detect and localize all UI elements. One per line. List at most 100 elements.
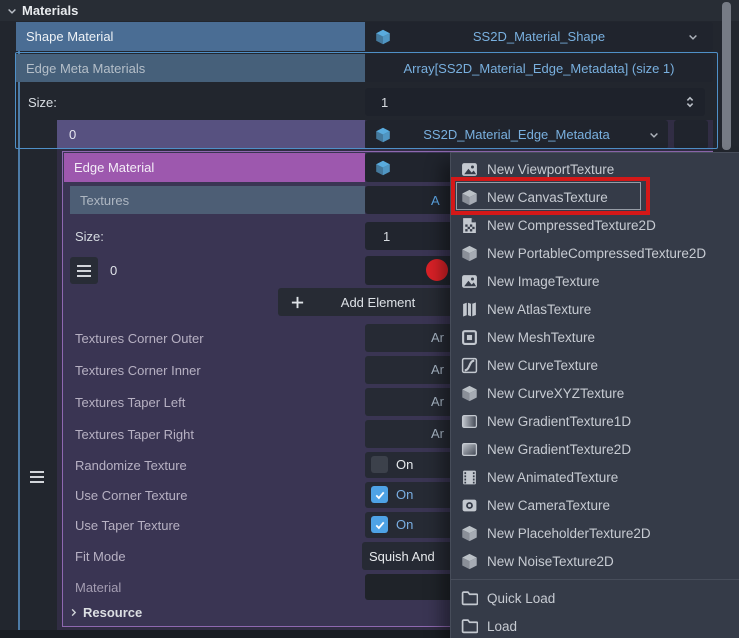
menu-item-label: New CameraTexture (487, 498, 610, 513)
image-icon (461, 273, 478, 290)
edge-material-label: Edge Material (64, 153, 365, 182)
menu-item-new-meshtexture[interactable]: New MeshTexture (451, 323, 739, 351)
size-value: 1 (383, 229, 390, 244)
menu-item-new-gradienttexture1d[interactable]: New GradientTexture1D (451, 407, 739, 435)
menu-item-label: Load (487, 619, 517, 634)
toggle-label: Use Corner Texture (75, 482, 355, 508)
plus-icon (290, 295, 305, 310)
menu-item-label: New CurveTexture (487, 358, 598, 373)
chevron-down-icon (6, 5, 18, 17)
edge-meta-materials-value[interactable]: Array[SS2D_Material_Edge_Metadata] (size… (365, 54, 713, 82)
menu-item-new-curvexyztexture[interactable]: New CurveXYZTexture (451, 379, 739, 407)
shape-material-label: Shape Material (16, 22, 365, 51)
menu-item-quick-load[interactable]: Quick Load (451, 584, 739, 612)
texture-element-0-label: 0 (110, 257, 190, 284)
texture-preview-red-circle (426, 259, 448, 281)
section-title: Materials (22, 3, 78, 18)
toggle-state-label: On (396, 487, 413, 502)
menu-separator (451, 579, 739, 580)
film-icon (461, 469, 478, 486)
resource-box-icon (375, 127, 391, 143)
menu-item-new-imagetexture[interactable]: New ImageTexture (451, 267, 739, 295)
menu-item-label: New GradientTexture2D (487, 442, 631, 457)
mesh-icon (461, 329, 478, 346)
menu-item-new-atlastexture[interactable]: New AtlasTexture (451, 295, 739, 323)
array-value-fragment: Ar (431, 330, 444, 345)
menu-item-label: New CurveXYZTexture (487, 386, 624, 401)
box-icon (461, 385, 478, 402)
fit-mode-value: Squish And (369, 549, 435, 564)
array-value: Array[SS2D_Material_Edge_Metadata] (size… (404, 61, 675, 76)
textures-label: Textures (70, 186, 365, 214)
menu-item-new-compressedtexture2d[interactable]: New CompressedTexture2D (451, 211, 739, 239)
camera-icon (461, 497, 478, 514)
size-label: Size: (75, 222, 275, 250)
checkbox-unchecked[interactable] (371, 456, 388, 473)
menu-item-label: New MeshTexture (487, 330, 595, 345)
element-extra-button[interactable] (674, 120, 708, 149)
menu-item-label: New PortableCompressedTexture2D (487, 246, 706, 261)
materials-section-header[interactable]: Materials (0, 0, 739, 21)
menu-item-new-cameratexture[interactable]: New CameraTexture (451, 491, 739, 519)
folder-icon (461, 590, 478, 607)
atlas-icon (461, 301, 478, 318)
menu-item-label: New NoiseTexture2D (487, 554, 614, 569)
prop-label: Textures Corner Inner (75, 356, 355, 384)
menu-item-label: New ViewportTexture (487, 162, 614, 177)
add-element-button[interactable]: Add Element (278, 288, 478, 316)
drag-handle-icon[interactable] (30, 471, 44, 483)
menu-item-new-placeholdertexture2d[interactable]: New PlaceholderTexture2D (451, 519, 739, 547)
image-icon (461, 161, 478, 178)
compressed-icon (461, 217, 478, 234)
array-value-fragment: Ar (431, 394, 444, 409)
menu-item-new-canvastexture[interactable]: New CanvasTexture (451, 183, 739, 211)
prop-label: Textures Taper Left (75, 388, 355, 416)
shape-material-value[interactable]: SS2D_Material_Shape (365, 22, 713, 51)
material-label: Material (75, 574, 275, 600)
godot-inspector-panel: Materials Shape Material SS2D_Material_S… (0, 0, 739, 638)
size-value: 1 (381, 95, 388, 110)
checkbox-checked[interactable] (371, 486, 388, 503)
scrollbar[interactable] (722, 2, 731, 150)
menu-item-new-gradienttexture2d[interactable]: New GradientTexture2D (451, 435, 739, 463)
add-element-label: Add Element (341, 295, 415, 310)
menu-item-new-noisetexture2d[interactable]: New NoiseTexture2D (451, 547, 739, 575)
menu-item-label: New CanvasTexture (487, 190, 608, 205)
menu-item-label: New AnimatedTexture (487, 470, 618, 485)
chevron-down-icon (687, 31, 699, 43)
menu-item-new-curvetexture[interactable]: New CurveTexture (451, 351, 739, 379)
menu-item-label: Quick Load (487, 591, 555, 606)
drag-handle-button[interactable] (70, 257, 98, 284)
folder-icon (461, 618, 478, 635)
edge-meta-materials-label: Edge Meta Materials (16, 54, 365, 82)
size-label: Size: (28, 88, 228, 116)
curve-icon (461, 357, 478, 374)
box-icon (461, 553, 478, 570)
box-icon (461, 525, 478, 542)
menu-item-new-animatedtexture[interactable]: New AnimatedTexture (451, 463, 739, 491)
resource-box-icon (375, 160, 391, 176)
spinner-updown-icon[interactable] (683, 94, 697, 110)
resource-section-header[interactable]: Resource (68, 600, 368, 624)
array-value-fragment: Ar (431, 426, 444, 441)
resource-name: SS2D_Material_Shape (473, 29, 605, 44)
toggle-state-label: On (396, 457, 413, 472)
toggle-state-label: On (396, 517, 413, 532)
indent-guide (18, 22, 20, 630)
menu-item-label: New AtlasTexture (487, 302, 591, 317)
size-spinbox[interactable]: 1 (365, 88, 705, 116)
prop-label: Textures Corner Outer (75, 324, 355, 352)
menu-item-new-portablecompressedtexture2d[interactable]: New PortableCompressedTexture2D (451, 239, 739, 267)
chevron-down-icon (648, 129, 660, 141)
drag-handle-icon (77, 265, 91, 277)
array-element-0-value[interactable]: SS2D_Material_Edge_Metadata (365, 120, 668, 149)
menu-item-new-viewporttexture[interactable]: New ViewportTexture (451, 155, 739, 183)
gradient-2d-icon (461, 441, 478, 458)
menu-item-load[interactable]: Load (451, 612, 739, 638)
array-element-0-label: 0 (57, 120, 365, 149)
menu-item-label: New PlaceholderTexture2D (487, 526, 651, 541)
prop-label: Textures Taper Right (75, 420, 355, 448)
array-value-fragment: A (431, 193, 440, 208)
array-value-fragment: Ar (431, 362, 444, 377)
checkbox-checked[interactable] (371, 516, 388, 533)
